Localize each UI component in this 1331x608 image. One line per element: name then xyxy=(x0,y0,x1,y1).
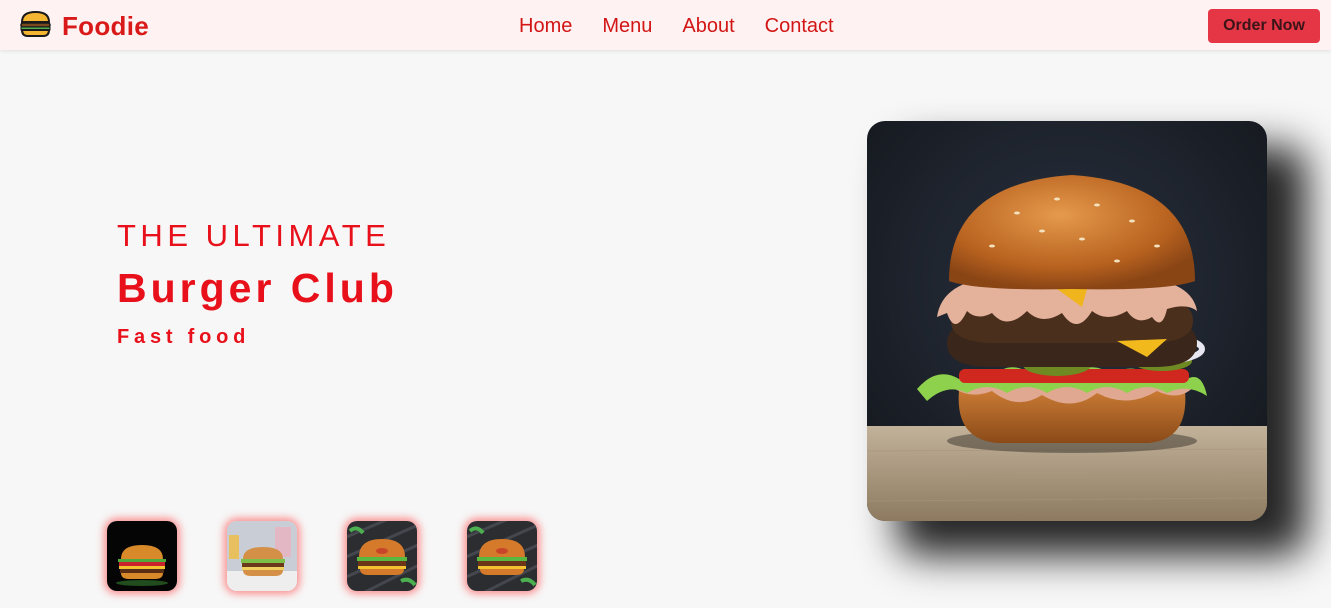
page: Foodie Home Menu About Contact Order Now… xyxy=(0,0,1331,608)
order-now-button[interactable]: Order Now xyxy=(1208,9,1320,43)
thumbnail-4[interactable] xyxy=(467,521,537,591)
thumbnail-1[interactable] xyxy=(107,521,177,591)
burger-photo xyxy=(867,121,1267,521)
burger-with-fries-photo xyxy=(227,521,297,591)
hero-subtitle: Fast food xyxy=(117,326,251,348)
hero-title: Burger Club xyxy=(117,265,398,311)
hero-eyebrow: THE ULTIMATE xyxy=(117,218,391,253)
nav-link-contact[interactable]: Contact xyxy=(765,14,834,38)
thumbnail-3[interactable] xyxy=(347,521,417,591)
burger-on-grill-photo xyxy=(347,521,417,591)
nav-menu: Home Menu About Contact xyxy=(519,14,834,38)
burger-on-grill-photo xyxy=(467,521,537,591)
brand-name: Foodie xyxy=(62,10,150,41)
navbar: Foodie Home Menu About Contact Order Now xyxy=(0,0,1331,50)
nav-link-home[interactable]: Home xyxy=(519,14,572,38)
brand-logo[interactable]: Foodie xyxy=(19,10,149,42)
nav-link-menu[interactable]: Menu xyxy=(602,14,652,38)
thumbnail-strip xyxy=(107,521,537,591)
burger-icon xyxy=(19,10,52,43)
nav-link-about[interactable]: About xyxy=(682,14,734,38)
thumbnail-2[interactable] xyxy=(227,521,297,591)
burger-on-black-photo xyxy=(107,521,177,591)
hero-burger-image xyxy=(867,121,1267,521)
